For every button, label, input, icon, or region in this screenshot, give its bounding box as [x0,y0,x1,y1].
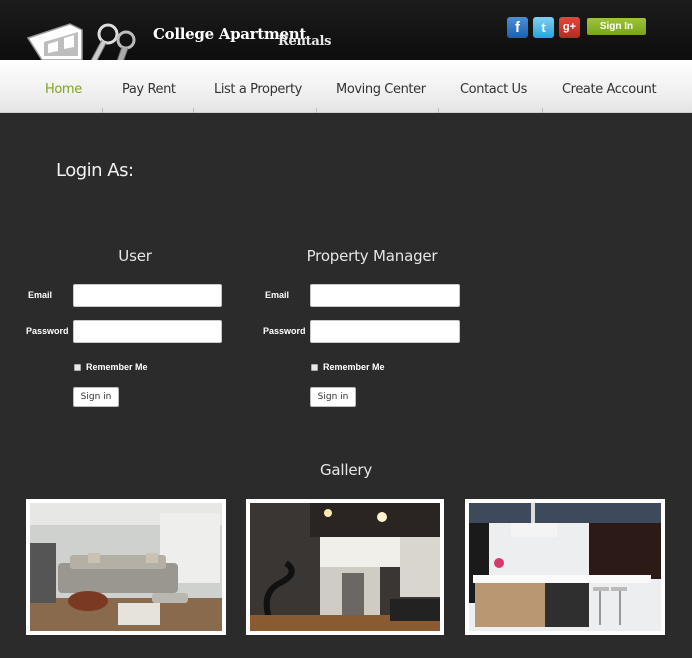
user-password-field[interactable] [73,320,222,343]
gallery-title: Gallery [319,461,373,479]
nav-divider [316,108,317,113]
manager-heading: Property Manager [306,247,438,265]
user-remember-label: Remember Me [86,362,148,372]
manager-remember-checkbox[interactable] [311,364,318,371]
manager-email-field[interactable] [310,284,460,307]
nav-divider [102,108,103,113]
nav-divider [438,108,439,113]
gallery-photo-living-room[interactable] [26,499,226,635]
user-heading: User [118,247,152,265]
living-room-image [30,503,222,631]
manager-remember-label: Remember Me [323,362,385,372]
main-nav: Home Pay Rent List a Property Moving Cen… [0,60,692,113]
loft-staircase-image [250,503,440,631]
header-sign-in-button[interactable]: Sign In [587,18,646,35]
user-password-label: Password [26,326,69,336]
nav-divider [542,108,543,113]
nav-contact-us[interactable]: Contact Us [460,82,527,97]
nav-home[interactable]: Home [45,82,82,97]
nav-moving-center[interactable]: Moving Center [336,82,426,97]
nav-create-account[interactable]: Create Account [562,82,657,97]
top-header: College Apartment Rentals f t g+ Sign In [0,0,692,71]
facebook-icon[interactable]: f [507,17,528,38]
nav-divider [193,108,194,113]
twitter-icon[interactable]: t [533,17,554,38]
manager-password-label: Password [263,326,306,336]
manager-email-label: Email [265,290,290,300]
user-email-field[interactable] [73,284,222,307]
google-plus-icon[interactable]: g+ [559,17,580,38]
user-sign-in-button[interactable]: Sign in [73,387,119,407]
logo-subtitle: Rentals [278,34,332,49]
nav-list-property[interactable]: List a Property [214,82,302,97]
gallery-photo-loft[interactable] [246,499,444,635]
gallery-photo-kitchen[interactable] [465,499,665,635]
user-remember-checkbox[interactable] [74,364,81,371]
manager-sign-in-button[interactable]: Sign in [310,387,356,407]
user-email-label: Email [28,290,53,300]
login-title: Login As: [56,160,134,181]
manager-password-field[interactable] [310,320,460,343]
nav-pay-rent[interactable]: Pay Rent [122,82,176,97]
kitchen-image [469,503,661,631]
